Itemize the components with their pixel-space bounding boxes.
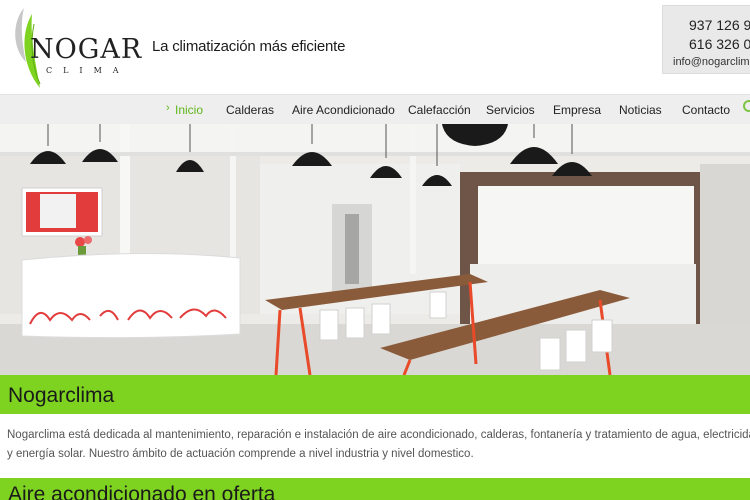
nav-item-contacto[interactable]: Contacto: [682, 103, 730, 117]
nav-item-servicios[interactable]: Servicios: [486, 103, 535, 117]
hero-image: [0, 124, 750, 375]
section-header-oferta: Aire acondicionado en oferta: [0, 478, 750, 500]
site-header: NOGAR CLIMA La climatización más eficien…: [0, 0, 750, 94]
company-description: Nogarclima está dedicada al mantenimient…: [7, 429, 750, 460]
search-icon[interactable]: [743, 100, 750, 112]
nav-item-calefaccion[interactable]: Calefacción: [408, 103, 471, 117]
email-link[interactable]: info@nogarclima: [673, 56, 750, 68]
nogar-logo[interactable]: NOGAR CLIMA: [10, 4, 143, 90]
nav-item-empresa[interactable]: Empresa: [553, 103, 601, 117]
nav-item-aire-acondicionado[interactable]: Aire Acondicionado: [292, 103, 395, 117]
nav-item-inicio[interactable]: Inicio: [175, 103, 203, 117]
phone-2[interactable]: 616 326 04: [689, 36, 750, 52]
nav-item-calderas[interactable]: Calderas: [226, 103, 274, 117]
logo-subtitle: CLIMA: [46, 66, 130, 75]
logo-name: NOGAR: [30, 34, 143, 65]
nav-item-noticias[interactable]: Noticias: [619, 103, 662, 117]
tagline: La climatización más eficiente: [152, 38, 346, 55]
offer-title: Aire acondicionado en oferta: [8, 483, 276, 500]
phone-1[interactable]: 937 126 95: [689, 17, 750, 33]
main-nav: › Inicio Calderas Aire Acondicionado Cal…: [0, 94, 750, 124]
section-header-nogarclima: Nogarclima: [0, 375, 750, 414]
section-title: Nogarclima: [8, 384, 115, 407]
office-photo: [0, 124, 750, 375]
contact-box: 937 126 95 616 326 04 info@nogarclima: [662, 5, 750, 74]
chevron-right-icon: ›: [166, 102, 170, 114]
